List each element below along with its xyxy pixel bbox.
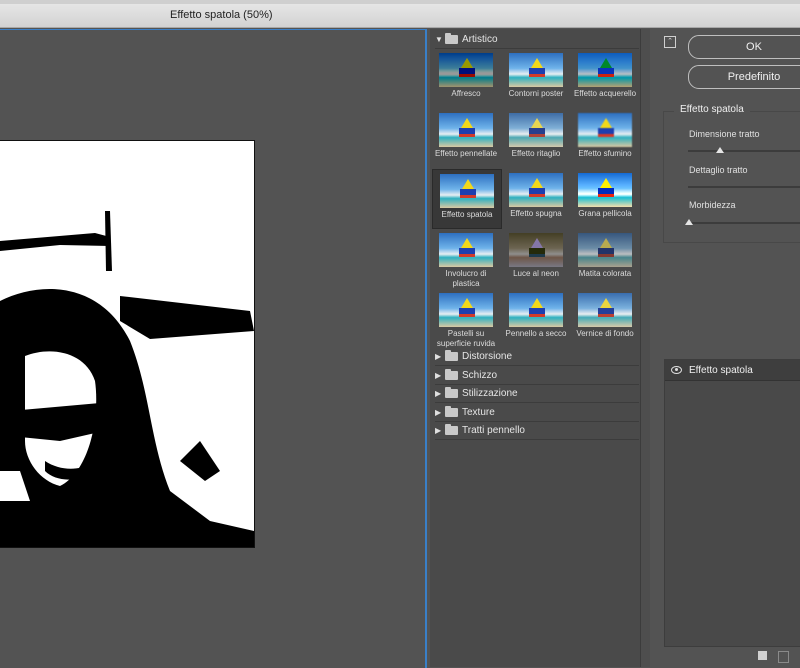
filter-matita-colorata[interactable]: Matita colorata bbox=[571, 229, 639, 287]
softness-slider[interactable] bbox=[688, 222, 800, 224]
filter-effetto-spatola[interactable]: Effetto spatola bbox=[432, 169, 502, 229]
filter-label: Contorni poster bbox=[508, 89, 564, 98]
folder-icon bbox=[445, 369, 458, 380]
filter-label: Vernice di fondo bbox=[576, 329, 634, 338]
filter-effetto-ritaglio[interactable]: Effetto ritaglio bbox=[502, 109, 570, 167]
filter-preview-image bbox=[509, 173, 563, 207]
folder-icon bbox=[445, 350, 458, 361]
folder-icon bbox=[445, 33, 458, 44]
filter-involucro-di-plastica[interactable]: Involucro di plastica bbox=[432, 229, 500, 288]
filter-pennello-a-secco[interactable]: Pennello a secco bbox=[502, 289, 570, 347]
softness-knob[interactable] bbox=[685, 219, 693, 225]
stroke-size-knob[interactable] bbox=[716, 147, 724, 153]
category-label: Artistico bbox=[462, 34, 498, 45]
category-schizzo[interactable]: ▶ Schizzo bbox=[435, 367, 639, 385]
filter-preview-image bbox=[578, 113, 632, 147]
triangle-right-icon: ▶ bbox=[435, 371, 442, 380]
slider-label: Dettaglio tratto bbox=[689, 165, 748, 175]
settings-panel: ⌃ OK Predefinito Effetto spatola Dimensi… bbox=[650, 29, 800, 667]
preview-canvas[interactable] bbox=[0, 140, 255, 548]
filter-gallery: ▼ Artistico Affresco Contorni poster Eff… bbox=[430, 29, 640, 667]
category-label: Stilizzazione bbox=[462, 388, 518, 399]
filter-preview-image bbox=[578, 53, 632, 87]
stroke-size-slider[interactable] bbox=[688, 150, 800, 152]
filter-label: Matita colorata bbox=[578, 269, 632, 278]
filter-preview-image bbox=[440, 174, 494, 208]
trash-icon[interactable] bbox=[778, 651, 789, 663]
ok-button[interactable]: OK bbox=[688, 35, 800, 59]
filter-preview-image bbox=[509, 113, 563, 147]
filter-preview-image bbox=[509, 233, 563, 267]
category-label: Tratti pennello bbox=[462, 425, 525, 436]
filter-contorni-poster[interactable]: Contorni poster bbox=[502, 49, 570, 107]
window-title: Effetto spatola (50%) bbox=[170, 9, 273, 21]
filter-label: Luce al neon bbox=[513, 269, 559, 278]
category-tratti-pennello[interactable]: ▶ Tratti pennello bbox=[435, 422, 639, 440]
filter-grana-pellicola[interactable]: Grana pellicola bbox=[571, 169, 639, 227]
filter-preview-image bbox=[439, 113, 493, 147]
filter-preview-image bbox=[439, 233, 493, 267]
slider-label: Morbidezza bbox=[689, 200, 736, 210]
filter-label: Effetto sfumino bbox=[578, 149, 632, 158]
filter-preview-image bbox=[439, 53, 493, 87]
filter-label: Involucro di plastica bbox=[445, 269, 487, 288]
category-label: Texture bbox=[462, 407, 495, 418]
category-label: Schizzo bbox=[462, 370, 498, 381]
category-texture[interactable]: ▶ Texture bbox=[435, 404, 639, 422]
effect-layer-name: Effetto spatola bbox=[689, 365, 753, 376]
filter-preview-image bbox=[509, 53, 563, 87]
category-artistico[interactable]: ▼ Artistico bbox=[435, 31, 639, 49]
filter-label: Pennello a secco bbox=[505, 329, 567, 338]
filter-label: Effetto spugna bbox=[510, 209, 562, 218]
filter-preview-image bbox=[578, 293, 632, 327]
preview-area[interactable] bbox=[0, 29, 427, 668]
filter-luce-al-neon[interactable]: Luce al neon bbox=[502, 229, 570, 287]
filter-vernice-di-fondo[interactable]: Vernice di fondo bbox=[571, 289, 639, 347]
folder-icon bbox=[445, 406, 458, 417]
triangle-right-icon: ▶ bbox=[435, 426, 442, 435]
default-button[interactable]: Predefinito bbox=[688, 65, 800, 89]
filter-effetto-acquerello[interactable]: Effetto acquerello bbox=[571, 49, 639, 107]
category-stilizzazione[interactable]: ▶ Stilizzazione bbox=[435, 385, 639, 403]
filter-effetto-pennellate[interactable]: Effetto pennellate bbox=[432, 109, 500, 167]
triangle-right-icon: ▶ bbox=[435, 408, 442, 417]
filter-label: Effetto acquerello bbox=[573, 89, 637, 98]
category-label: Distorsione bbox=[462, 351, 513, 362]
filter-label: Effetto spatola bbox=[441, 210, 493, 219]
effect-layers-list: Effetto spatola bbox=[664, 359, 800, 647]
filter-preview-image bbox=[578, 173, 632, 207]
filter-effetto-spugna[interactable]: Effetto spugna bbox=[502, 169, 570, 227]
menu-strip bbox=[0, 0, 800, 4]
triangle-right-icon: ▶ bbox=[435, 389, 442, 398]
filter-label: Grana pellicola bbox=[578, 209, 632, 218]
filter-preview-image bbox=[509, 293, 563, 327]
filter-select[interactable]: Effetto spatola bbox=[674, 104, 750, 115]
filter-affresco[interactable]: Affresco bbox=[432, 49, 500, 107]
filter-preview-image bbox=[439, 293, 493, 327]
filter-preview-image bbox=[578, 233, 632, 267]
title-bar: Effetto spatola (50%) bbox=[0, 0, 800, 28]
collapse-gallery-icon[interactable]: ⌃ bbox=[664, 36, 676, 48]
filter-pastelli-su-superficie-ruvida[interactable]: Pastelli su superficie ruvida bbox=[432, 289, 500, 348]
stroke-detail-slider[interactable] bbox=[688, 186, 800, 188]
filter-label: Pastelli su superficie ruvida bbox=[436, 329, 496, 348]
category-distorsione[interactable]: ▶ Distorsione bbox=[435, 348, 639, 366]
filter-label: Affresco bbox=[451, 89, 481, 98]
folder-icon bbox=[445, 424, 458, 435]
filter-label: Effetto ritaglio bbox=[511, 149, 561, 158]
triangle-down-icon: ▼ bbox=[435, 35, 443, 44]
triangle-right-icon: ▶ bbox=[435, 352, 442, 361]
effect-layer-row[interactable]: Effetto spatola bbox=[665, 360, 800, 381]
preview-image bbox=[0, 141, 254, 547]
filter-label: Effetto pennellate bbox=[434, 149, 498, 158]
eye-icon[interactable] bbox=[671, 366, 682, 374]
new-effect-layer-icon[interactable] bbox=[758, 651, 767, 660]
folder-icon bbox=[445, 387, 458, 398]
slider-label: Dimensione tratto bbox=[689, 129, 760, 139]
filter-effetto-sfumino[interactable]: Effetto sfumino bbox=[571, 109, 639, 167]
